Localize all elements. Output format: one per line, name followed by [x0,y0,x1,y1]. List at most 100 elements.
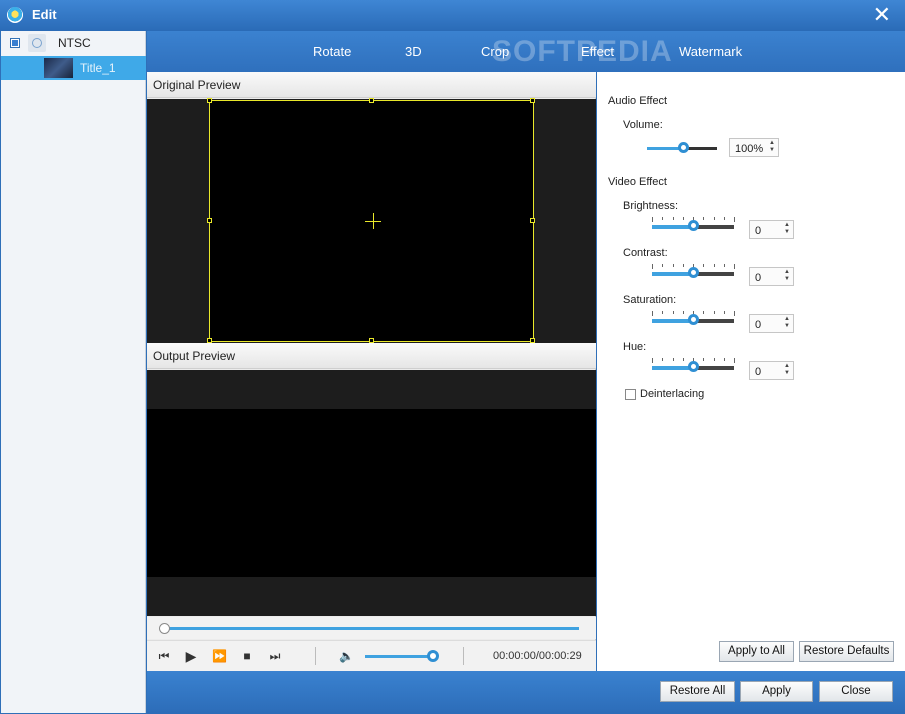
tick [682,358,684,361]
hue-spinner[interactable]: 0 ▲ ▼ [749,361,794,380]
tick [734,217,735,222]
seek-bar[interactable] [147,617,596,639]
spinner-arrows-icon[interactable]: ▲ ▼ [784,222,790,236]
tree-item-ntsc[interactable]: NTSC [1,31,146,55]
video-effect-heading: Video Effect [608,176,667,188]
tick [652,358,653,363]
crop-handle[interactable] [530,98,535,103]
tick [672,358,674,361]
seek-track[interactable] [163,627,579,630]
tick [723,217,725,220]
tick [734,264,735,269]
tick [703,264,705,267]
slider-knob[interactable] [688,220,699,231]
restore-all-button[interactable]: Restore All [660,681,735,702]
deinterlacing-checkbox[interactable] [625,389,636,400]
tick [734,311,735,316]
audio-effect-heading: Audio Effect [608,95,668,107]
deinterlacing-label: Deinterlacing [640,388,705,400]
crop-handle[interactable] [207,218,212,223]
seek-knob[interactable] [159,623,170,634]
title-bar: Edit ✕ [0,0,905,31]
volume-track[interactable] [365,655,435,658]
preview-panel: Original Preview Output Preview ⏮ ▶ ⏩ ■ … [147,72,596,671]
saturation-label: Saturation: [623,294,677,306]
volume-knob[interactable] [678,142,689,153]
contrast-label: Contrast: [623,247,668,259]
tick [723,358,725,361]
spinner-arrows-icon[interactable]: ▲ ▼ [769,140,775,154]
volume-knob[interactable] [427,650,440,662]
checkbox-icon[interactable] [10,38,20,48]
slider-fill [652,319,693,323]
tab-watermark[interactable]: Watermark [679,44,742,59]
tick [713,358,715,361]
video-thumbnail [44,58,73,78]
slider-fill [652,225,693,229]
play-icon[interactable]: ▶ [184,649,198,663]
tab-effect[interactable]: Effect [581,44,614,59]
output-preview [147,370,596,616]
window-title: Edit [32,7,57,22]
close-button[interactable]: Close [819,681,893,702]
hue-value: 0 [755,366,762,378]
crop-frame[interactable] [207,98,535,343]
tree-item-title[interactable]: Title_1 [1,56,146,80]
tick [723,264,725,267]
crop-handle[interactable] [207,98,212,103]
tab-crop[interactable]: Crop [481,44,509,59]
tick [703,311,705,314]
disc-icon [28,34,46,52]
hue-label: Hue: [623,341,647,353]
slider-knob[interactable] [688,314,699,325]
saturation-spinner[interactable]: 0 ▲ ▼ [749,314,794,333]
bottom-bar: Restore All Apply Close [147,671,905,714]
tick [652,217,653,222]
original-preview [147,98,596,343]
spinner-arrows-icon[interactable]: ▲ ▼ [784,316,790,330]
brightness-label: Brightness: [623,200,679,212]
spinner-arrows-icon[interactable]: ▲ ▼ [784,269,790,283]
original-preview-header: Original Preview [147,72,596,98]
file-tree: NTSC Title_1 [1,31,146,713]
volume-spinner[interactable]: 100% ▲ ▼ [729,138,779,157]
tick [672,264,674,267]
effect-panel: Audio Effect Volume: 100% ▲ ▼ Video Effec… [597,72,905,671]
tick [672,217,674,220]
tick [682,264,684,267]
tab-3d[interactable]: 3D [405,44,422,59]
next-icon[interactable]: ⏭ [268,649,282,663]
slider-fill [652,272,693,276]
apply-button[interactable]: Apply [740,681,813,702]
divider [315,647,316,665]
brightness-spinner[interactable]: 0 ▲ ▼ [749,220,794,239]
tick [662,217,664,220]
player-controls: ⏮ ▶ ⏩ ■ ⏭ 🔈 00:00:00/00:00:29 [147,640,596,671]
tick [703,217,705,220]
previous-icon[interactable]: ⏮ [157,649,171,663]
time-display: 00:00:00/00:00:29 [493,650,582,662]
volume-value: 100% [735,143,764,155]
tab-rotate[interactable]: Rotate [313,44,351,59]
apply-to-all-button[interactable]: Apply to All [719,641,794,662]
app-icon [7,7,23,23]
slider-fill [652,366,693,370]
restore-defaults-button[interactable]: Restore Defaults [799,641,894,662]
spinner-arrows-icon[interactable]: ▲ ▼ [784,363,790,377]
crop-handle[interactable] [530,218,535,223]
edit-tabs: SOFTPEDIA Rotate 3D Crop Effect Watermar… [147,31,905,72]
close-window-icon[interactable]: ✕ [873,3,891,27]
volume-label: Volume: [623,119,663,131]
crop-handle[interactable] [369,98,374,103]
tick [672,311,674,314]
output-preview-header: Output Preview [147,343,596,369]
tick [662,311,664,314]
slider-knob[interactable] [688,361,699,372]
fast-forward-icon[interactable]: ⏩ [212,649,227,663]
tick [652,264,653,269]
contrast-spinner[interactable]: 0 ▲ ▼ [749,267,794,286]
slider-knob[interactable] [688,267,699,278]
stop-icon[interactable]: ■ [240,649,254,663]
volume-icon[interactable]: 🔈 [339,649,354,663]
tick [713,217,715,220]
